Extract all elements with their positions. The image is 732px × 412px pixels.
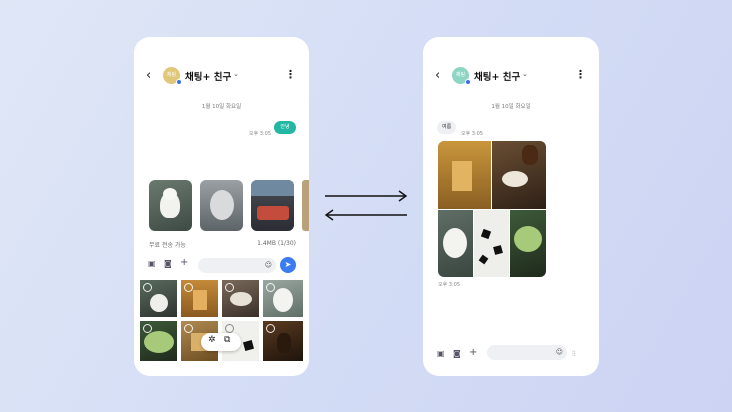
collage-photo[interactable] bbox=[510, 210, 546, 277]
gallery-icon[interactable]: ▣ bbox=[437, 349, 445, 358]
select-checkbox[interactable] bbox=[184, 283, 193, 292]
layout-icon[interactable]: ⧉ bbox=[224, 335, 230, 345]
collage-photo[interactable] bbox=[438, 141, 491, 209]
right-phone-screen: ‹ 채팅 채팅+ 친구 ⌄ ⋮ 1월 10일 화요일 여름 오후 3:05 오후… bbox=[423, 37, 599, 376]
attachment-thumbnail[interactable] bbox=[200, 180, 243, 231]
online-badge bbox=[176, 79, 182, 85]
select-checkbox[interactable] bbox=[266, 283, 275, 292]
attachment-size-count: 1.4MB (1/30) bbox=[257, 240, 296, 247]
gallery-photo[interactable] bbox=[181, 280, 218, 317]
gallery-photo[interactable] bbox=[140, 280, 177, 317]
chevron-down-icon[interactable]: ⌄ bbox=[522, 70, 528, 78]
more-options-icon[interactable]: ⋮ bbox=[285, 68, 296, 81]
emoji-icon[interactable]: ☺ bbox=[265, 261, 272, 269]
select-checkbox[interactable] bbox=[225, 283, 234, 292]
select-checkbox[interactable] bbox=[143, 324, 152, 333]
select-checkbox[interactable] bbox=[266, 324, 275, 333]
add-icon[interactable]: + bbox=[469, 347, 477, 358]
voice-icon[interactable]: ⫶⫶ bbox=[572, 350, 576, 359]
collage-photo[interactable] bbox=[438, 210, 473, 277]
gallery-photo[interactable] bbox=[222, 280, 259, 317]
message-input[interactable]: ☺ bbox=[487, 345, 567, 360]
camera-icon[interactable]: ◙ bbox=[164, 259, 172, 268]
attachment-thumbnail[interactable] bbox=[302, 180, 309, 231]
gallery-photo[interactable] bbox=[140, 321, 177, 361]
date-divider: 1월 10일 화요일 bbox=[201, 104, 242, 110]
date-divider: 1월 10일 화요일 bbox=[491, 104, 531, 110]
floating-action-pill[interactable]: ✲ ⧉ bbox=[201, 333, 241, 351]
chevron-down-icon[interactable]: ⌄ bbox=[233, 70, 239, 78]
camera-icon[interactable]: ◙ bbox=[453, 349, 461, 358]
select-checkbox[interactable] bbox=[184, 324, 193, 333]
collage-photo[interactable] bbox=[492, 141, 546, 209]
free-transfer-label: 무료 전송 가능 bbox=[149, 242, 186, 249]
chat-title[interactable]: 채팅+ 친구 bbox=[185, 69, 231, 83]
received-message-bubble[interactable]: 여름 bbox=[437, 121, 457, 134]
message-time: 오후 3:05 bbox=[438, 282, 461, 288]
select-checkbox[interactable] bbox=[143, 283, 152, 292]
back-icon[interactable]: ‹ bbox=[435, 67, 440, 85]
send-button[interactable]: ➤ bbox=[280, 257, 296, 273]
more-options-icon[interactable]: ⋮ bbox=[575, 68, 586, 81]
online-badge bbox=[465, 79, 471, 85]
collage-photo[interactable] bbox=[474, 210, 509, 277]
gallery-icon[interactable]: ▣ bbox=[148, 259, 156, 268]
swap-arrows-icon bbox=[324, 190, 408, 221]
sparkle-icon[interactable]: ✲ bbox=[208, 335, 216, 345]
back-icon[interactable]: ‹ bbox=[146, 67, 151, 85]
message-time: 오후 3:05 bbox=[249, 131, 272, 137]
attachment-thumbnail[interactable] bbox=[149, 180, 192, 231]
message-time: 오후 3:05 bbox=[461, 131, 484, 137]
message-input[interactable]: ☺ bbox=[198, 258, 276, 273]
sent-message-bubble[interactable]: 안녕 bbox=[274, 121, 296, 134]
emoji-icon[interactable]: ☺ bbox=[556, 348, 563, 356]
select-checkbox[interactable] bbox=[225, 324, 234, 333]
left-phone-screen: ‹ 채팅 채팅+ 친구 ⌄ ⋮ 1월 10일 화요일 오후 3:05 안녕 무료… bbox=[134, 37, 309, 376]
gallery-photo[interactable] bbox=[263, 321, 303, 361]
chat-header: ‹ 채팅 채팅+ 친구 ⌄ ⋮ bbox=[134, 65, 309, 87]
message-input-bar: ▣ ◙ + ☺ ➤ bbox=[134, 256, 309, 275]
gallery-photo[interactable] bbox=[263, 280, 303, 317]
attachment-thumbnail[interactable] bbox=[251, 180, 294, 231]
chat-title[interactable]: 채팅+ 친구 bbox=[474, 69, 520, 83]
add-icon[interactable]: + bbox=[180, 257, 188, 268]
photo-collage-message[interactable] bbox=[438, 141, 546, 277]
chat-header: ‹ 채팅 채팅+ 친구 ⌄ ⋮ bbox=[423, 65, 599, 87]
